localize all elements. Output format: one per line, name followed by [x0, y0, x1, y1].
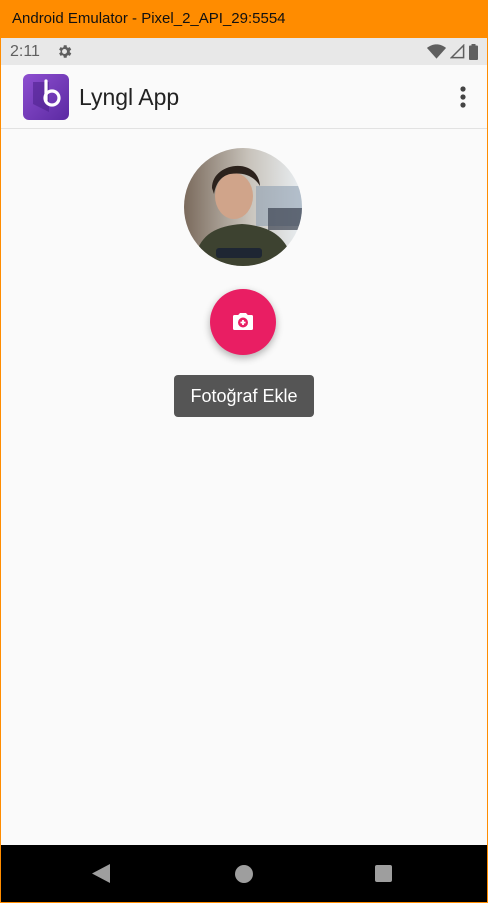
signal-icon	[450, 44, 465, 59]
app-logo-icon	[23, 74, 69, 120]
add-photo-button[interactable]	[210, 289, 276, 355]
status-bar: 2:11	[1, 38, 487, 65]
status-time: 2:11	[10, 43, 40, 60]
emulator-window-title: Android Emulator - Pixel_2_API_29:5554	[0, 0, 488, 38]
app-title: Lyngl App	[79, 84, 180, 110]
more-vert-icon[interactable]	[451, 83, 475, 111]
back-icon[interactable]	[92, 864, 110, 883]
profile-avatar[interactable]	[184, 148, 302, 266]
home-icon[interactable]	[235, 865, 253, 883]
wifi-icon	[427, 44, 446, 59]
battery-icon	[469, 43, 478, 60]
gear-icon	[59, 45, 72, 58]
app-bar: Lyngl App	[1, 65, 487, 129]
device-screen: 2:11 Lyngl App Fotoğraf Ekle	[1, 38, 487, 902]
add-photo-camera-icon	[233, 313, 253, 330]
recents-icon[interactable]	[375, 865, 392, 882]
status-icons	[427, 43, 478, 60]
navigation-bar	[1, 845, 487, 902]
add-photo-tooltip: Fotoğraf Ekle	[174, 375, 314, 417]
